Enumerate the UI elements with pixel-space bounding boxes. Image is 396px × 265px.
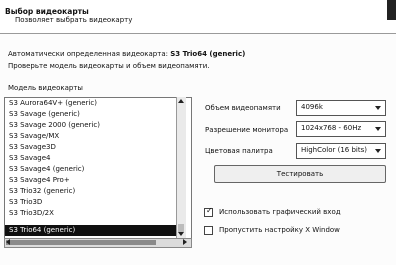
- card-list-label: Модель видеокарты: [8, 84, 83, 92]
- card-list[interactable]: S3 Aurora64V+ (generic) S3 Savage (gener…: [4, 97, 192, 239]
- graphical-login-checkbox[interactable]: ✓: [204, 206, 213, 217]
- header-graphic: [387, 0, 396, 20]
- scroll-thumb[interactable]: [178, 224, 184, 232]
- detected-card: Автоматически определенная видеокарта: S…: [8, 50, 245, 58]
- list-item[interactable]: S3 Savage3D: [9, 142, 56, 153]
- list-item[interactable]: S3 Trio3D/2X: [9, 208, 54, 219]
- detected-card-label: Автоматически определенная видеокарта:: [8, 50, 168, 58]
- list-item[interactable]: S3 Savage4 Pro+: [9, 175, 70, 186]
- list-item[interactable]: S3 Trio32 (generic): [9, 186, 75, 197]
- graphical-login-label[interactable]: Использовать графический вход: [219, 208, 341, 216]
- skip-xwindow-checkbox[interactable]: [204, 226, 213, 235]
- list-item-selected[interactable]: S3 Trio64 (generic): [5, 225, 180, 236]
- palette-label: Цветовая палитра: [205, 147, 273, 155]
- scroll-right-icon[interactable]: [183, 239, 187, 245]
- scroll-down-icon[interactable]: [178, 232, 184, 236]
- skip-xwindow-label[interactable]: Пропустить настройку X Window: [219, 226, 340, 234]
- chevron-down-icon[interactable]: [375, 127, 381, 131]
- hint-text: Проверьте модель видеокарты и объем виде…: [8, 62, 210, 70]
- list-item[interactable]: S3 Savage4: [9, 153, 51, 164]
- palette-value: HighColor (16 bits): [301, 146, 367, 154]
- chevron-down-icon[interactable]: [375, 106, 381, 110]
- page-title: Выбор видеокарты: [5, 7, 89, 16]
- detected-card-value: S3 Trio64 (generic): [170, 50, 246, 58]
- chevron-down-icon[interactable]: [375, 149, 381, 153]
- scroll-left-icon[interactable]: [6, 239, 10, 245]
- checkmark-icon: ✓: [206, 206, 213, 215]
- list-item[interactable]: S3 Aurora64V+ (generic): [9, 98, 97, 109]
- resolution-value: 1024x768 - 60Hz: [301, 124, 362, 132]
- memory-value: 4096k: [301, 103, 323, 111]
- list-item[interactable]: S3 Savage (generic): [9, 109, 80, 120]
- memory-label: Объем видеопамяти: [205, 104, 281, 112]
- list-item[interactable]: S3 Savage 2000 (generic): [9, 120, 100, 131]
- list-item[interactable]: S3 Savage4 (generic): [9, 164, 84, 175]
- memory-select[interactable]: 4096k: [296, 100, 386, 116]
- resolution-select[interactable]: 1024x768 - 60Hz: [296, 121, 386, 137]
- scroll-up-icon[interactable]: [178, 99, 184, 103]
- palette-select[interactable]: HighColor (16 bits): [296, 143, 386, 159]
- list-item[interactable]: S3 Trio3D: [9, 197, 42, 208]
- page-subtitle: Позволяет выбрать видеокарту: [15, 16, 133, 24]
- test-button[interactable]: Тестировать: [214, 165, 386, 183]
- resolution-label: Разрешение монитора: [205, 126, 289, 134]
- list-item[interactable]: S3 Savage/MX: [9, 131, 59, 142]
- horizontal-scroll-thumb[interactable]: [6, 240, 156, 245]
- list-vertical-scrollbar[interactable]: [176, 97, 186, 238]
